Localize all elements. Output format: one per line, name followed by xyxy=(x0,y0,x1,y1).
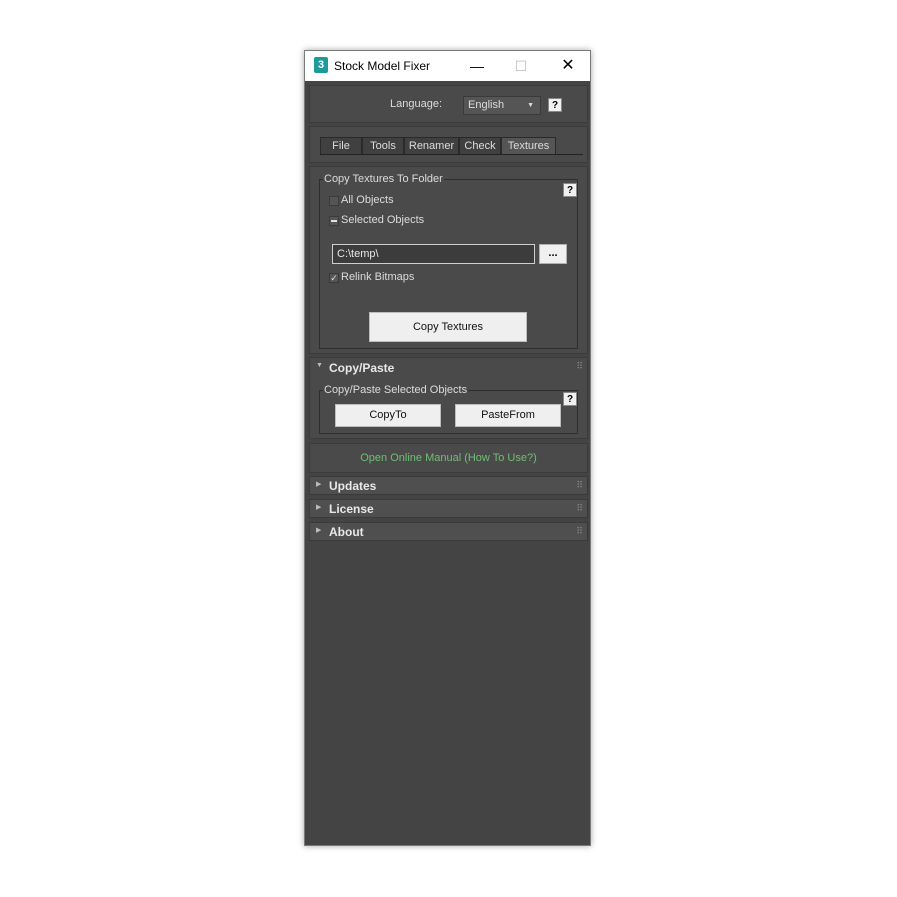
rollout-license[interactable]: ▶ License ⠿ xyxy=(309,499,588,518)
manual-link-panel: Open Online Manual (How To Use?) xyxy=(309,443,588,473)
3dsmax-app-icon: 3 xyxy=(314,57,328,73)
rollout-updates[interactable]: ▶ Updates ⠿ xyxy=(309,476,588,495)
rollout-updates-title: Updates xyxy=(329,479,377,493)
copy-paste-group-title: Copy/Paste Selected Objects xyxy=(323,384,469,396)
texture-folder-path-input[interactable]: C:\temp\ xyxy=(332,244,535,264)
tab-file[interactable]: File xyxy=(320,137,362,155)
selected-objects-label: Selected Objects xyxy=(341,214,425,226)
copy-textures-button[interactable]: Copy Textures xyxy=(369,312,527,342)
tab-check[interactable]: Check xyxy=(459,137,501,155)
tab-tools[interactable]: Tools xyxy=(362,137,404,155)
selected-objects-checkbox[interactable] xyxy=(329,216,339,226)
copy-to-button[interactable]: CopyTo xyxy=(335,404,441,427)
copy-paste-rollout-title[interactable]: Copy/Paste xyxy=(329,361,394,375)
tabs-panel: File Tools Renamer Check Textures xyxy=(309,126,588,163)
rollout-about-title: About xyxy=(329,525,364,539)
close-button[interactable]: ✕ xyxy=(548,51,588,81)
all-objects-label: All Objects xyxy=(341,194,394,206)
tab-renamer[interactable]: Renamer xyxy=(404,137,459,155)
browse-folder-button[interactable]: ... xyxy=(539,244,567,264)
copy-textures-group-title: Copy Textures To Folder xyxy=(323,173,444,185)
chevron-down-icon: ▼ xyxy=(527,102,534,109)
rollout-expanded-arrow-icon[interactable]: ▼ xyxy=(316,362,323,369)
paste-from-button[interactable]: PasteFrom xyxy=(455,404,561,427)
copy-textures-help-button[interactable]: ? xyxy=(563,183,577,197)
rollout-collapsed-arrow-icon: ▶ xyxy=(316,504,322,511)
rollout-license-title: License xyxy=(329,502,374,516)
app-window: 3 Stock Model Fixer — ☐ ✕ Language: Engl… xyxy=(304,50,591,846)
all-objects-checkbox[interactable] xyxy=(329,196,339,206)
minimize-button[interactable]: — xyxy=(457,51,497,81)
maximize-button[interactable]: ☐ xyxy=(501,51,541,81)
rollout-grip-icon[interactable]: ⠿ xyxy=(576,526,582,537)
rollout-grip-icon[interactable]: ⠿ xyxy=(576,361,582,372)
language-dropdown[interactable]: English ▼ xyxy=(463,96,541,115)
copy-paste-rollout: ▼ Copy/Paste ⠿ Copy/Paste Selected Objec… xyxy=(309,357,588,439)
language-help-button[interactable]: ? xyxy=(548,98,562,112)
indeterminate-mark-icon xyxy=(331,220,337,222)
rollout-about[interactable]: ▶ About ⠿ xyxy=(309,522,588,541)
relink-bitmaps-label: Relink Bitmaps xyxy=(341,271,415,283)
title-bar[interactable]: 3 Stock Model Fixer — ☐ ✕ xyxy=(305,51,590,81)
copy-textures-panel: Copy Textures To Folder ? All Objects Se… xyxy=(309,166,588,354)
window-title: Stock Model Fixer xyxy=(334,59,431,73)
copy-paste-group: Copy/Paste Selected Objects ? CopyTo Pas… xyxy=(319,384,578,434)
relink-bitmaps-checkbox[interactable]: ✓ xyxy=(329,273,339,283)
language-panel: Language: English ▼ ? xyxy=(309,85,588,123)
rollout-grip-icon[interactable]: ⠿ xyxy=(576,480,582,491)
rollout-collapsed-arrow-icon: ▶ xyxy=(316,527,322,534)
rollout-collapsed-arrow-icon: ▶ xyxy=(316,481,322,488)
copy-paste-help-button[interactable]: ? xyxy=(563,392,577,406)
copy-textures-group: Copy Textures To Folder ? All Objects Se… xyxy=(319,173,578,349)
open-online-manual-link[interactable]: Open Online Manual (How To Use?) xyxy=(310,452,587,464)
tabs-divider xyxy=(320,154,583,155)
language-label: Language: xyxy=(390,98,442,110)
rollout-grip-icon[interactable]: ⠿ xyxy=(576,503,582,514)
language-value: English xyxy=(468,99,505,111)
tab-textures[interactable]: Textures xyxy=(501,137,556,155)
